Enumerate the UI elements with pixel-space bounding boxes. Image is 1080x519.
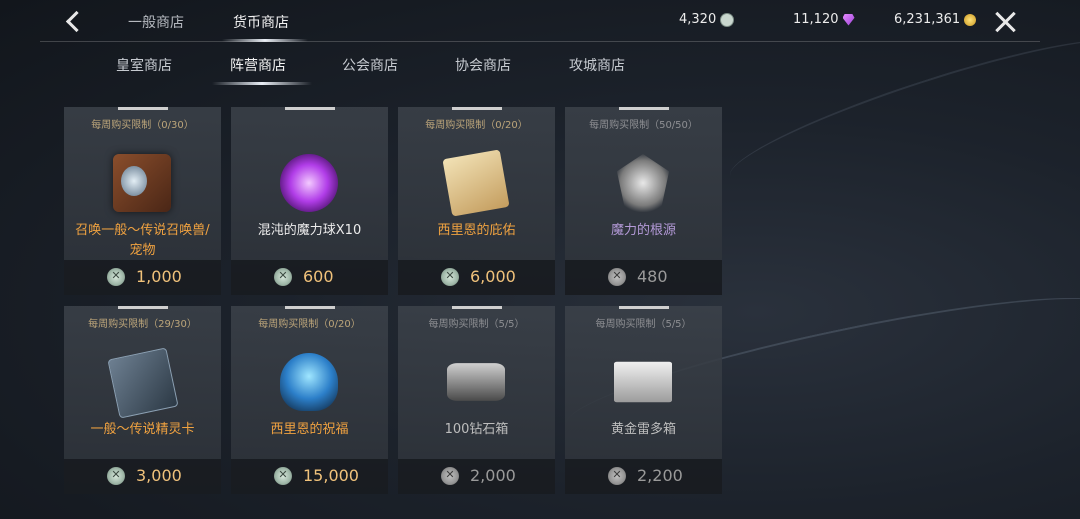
silver-coin-icon bbox=[608, 268, 626, 286]
shop-item-card[interactable]: 每周购买限制（0/30） 召唤一般～传说召唤兽/宠物 1,000 bbox=[64, 107, 221, 295]
gold-chest-icon bbox=[614, 361, 672, 403]
currency-amount: 6,231,361 bbox=[894, 12, 961, 27]
item-price: 2,000 bbox=[470, 466, 516, 485]
subtab-siege-store[interactable]: 攻城商店 bbox=[569, 55, 625, 75]
diamond-box-icon bbox=[447, 363, 505, 401]
silver-coin-icon bbox=[274, 467, 292, 485]
card-top-accent bbox=[619, 306, 669, 309]
item-price: 480 bbox=[637, 267, 668, 286]
shop-item-card[interactable]: 每周购买限制（5/5） 黄金雷多箱 2,200 bbox=[565, 306, 722, 494]
shop-item-card[interactable]: 每周购买限制（29/30） 一般～传说精灵卡 3,000 bbox=[64, 306, 221, 494]
spirit-card-icon bbox=[107, 347, 179, 419]
card-top-accent bbox=[285, 306, 335, 309]
gold-coin-icon bbox=[964, 13, 977, 26]
shop-item-card[interactable]: 每周购买限制（5/5） 100钻石箱 2,000 bbox=[398, 306, 555, 494]
price-bar: 2,000 bbox=[398, 459, 555, 494]
close-icon[interactable] bbox=[992, 9, 1018, 35]
price-bar: 1,000 bbox=[64, 260, 221, 295]
item-price: 2,200 bbox=[637, 466, 683, 485]
price-bar: 480 bbox=[565, 260, 722, 295]
subtab-association-store[interactable]: 协会商店 bbox=[455, 55, 511, 75]
currency-gold: 6,231,361 bbox=[894, 12, 977, 27]
card-top-accent bbox=[619, 107, 669, 110]
currency-amount: 4,320 bbox=[679, 12, 717, 27]
silver-coin-icon bbox=[107, 268, 125, 286]
price-bar: 6,000 bbox=[398, 260, 555, 295]
tab-general-store[interactable]: 一般商店 bbox=[128, 12, 184, 32]
currency-amount: 11,120 bbox=[793, 12, 839, 27]
silver-coin-icon bbox=[608, 467, 626, 485]
silver-coin-icon bbox=[441, 467, 459, 485]
background-streak bbox=[720, 16, 1080, 206]
shop-item-card[interactable]: 混沌的魔力球X10 600 bbox=[231, 107, 388, 295]
silver-coin-icon bbox=[107, 467, 125, 485]
purchase-limit: 每周购买限制（29/30） bbox=[88, 319, 197, 330]
subtab-guild-store[interactable]: 公会商店 bbox=[342, 55, 398, 75]
card-top-accent bbox=[452, 107, 502, 110]
mana-essence-icon bbox=[616, 154, 670, 212]
silver-coin-icon bbox=[274, 268, 292, 286]
purchase-limit: 每周购买限制（0/20） bbox=[258, 319, 361, 330]
currency-silver: 4,320 bbox=[679, 12, 735, 27]
top-bar: 一般商店 货币商店 4,320 11,120 6,231,361 bbox=[0, 0, 1080, 42]
silver-coin-icon bbox=[441, 268, 459, 286]
item-name: 混沌的魔力球X10 bbox=[257, 223, 362, 238]
silver-coin-icon bbox=[720, 12, 735, 27]
price-bar: 3,000 bbox=[64, 459, 221, 494]
item-name: 召唤一般～传说召唤兽/宠物 bbox=[75, 223, 210, 258]
item-name: 100钻石箱 bbox=[444, 422, 509, 437]
price-bar: 2,200 bbox=[565, 459, 722, 494]
purchase-limit: 每周购买限制（5/5） bbox=[595, 319, 692, 330]
purchase-limit: 每周购买限制（0/30） bbox=[91, 120, 194, 131]
item-price: 1,000 bbox=[136, 267, 182, 286]
purple-gem-icon bbox=[842, 13, 855, 26]
blessing-scroll-icon bbox=[442, 149, 510, 217]
currency-gem: 11,120 bbox=[793, 12, 855, 27]
blessing-orb-icon bbox=[280, 353, 338, 411]
item-price: 6,000 bbox=[470, 267, 516, 286]
card-top-accent bbox=[118, 306, 168, 309]
purchase-limit: 每周购买限制（50/50） bbox=[589, 120, 698, 131]
card-top-accent bbox=[452, 306, 502, 309]
tab-currency-store[interactable]: 货币商店 bbox=[233, 12, 289, 32]
chaos-orb-icon bbox=[280, 154, 338, 212]
item-name: 一般～传说精灵卡 bbox=[90, 422, 195, 437]
summon-chest-icon bbox=[113, 154, 171, 212]
item-price: 3,000 bbox=[136, 466, 182, 485]
divider bbox=[40, 41, 1040, 42]
shop-item-card[interactable]: 每周购买限制（50/50） 魔力的根源 480 bbox=[565, 107, 722, 295]
item-name: 西里恩的庇佑 bbox=[437, 223, 516, 238]
item-name: 黄金雷多箱 bbox=[610, 422, 676, 437]
subtab-faction-store[interactable]: 阵营商店 bbox=[230, 55, 286, 75]
shop-item-card[interactable]: 每周购买限制（0/20） 西里恩的庇佑 6,000 bbox=[398, 107, 555, 295]
item-price: 600 bbox=[303, 267, 334, 286]
item-name: 西里恩的祝福 bbox=[270, 422, 349, 437]
card-top-accent bbox=[118, 107, 168, 110]
purchase-limit: 每周购买限制（0/20） bbox=[425, 120, 528, 131]
active-subtab-underline bbox=[212, 82, 312, 85]
item-price: 15,000 bbox=[303, 466, 359, 485]
shop-item-card[interactable]: 每周购买限制（0/20） 西里恩的祝福 15,000 bbox=[231, 306, 388, 494]
back-arrow-icon[interactable] bbox=[62, 8, 88, 34]
card-top-accent bbox=[285, 107, 335, 110]
item-name: 魔力的根源 bbox=[610, 223, 676, 238]
price-bar: 600 bbox=[231, 260, 388, 295]
price-bar: 15,000 bbox=[231, 459, 388, 494]
subtab-royal-store[interactable]: 皇室商店 bbox=[116, 55, 172, 75]
purchase-limit: 每周购买限制（5/5） bbox=[428, 319, 525, 330]
